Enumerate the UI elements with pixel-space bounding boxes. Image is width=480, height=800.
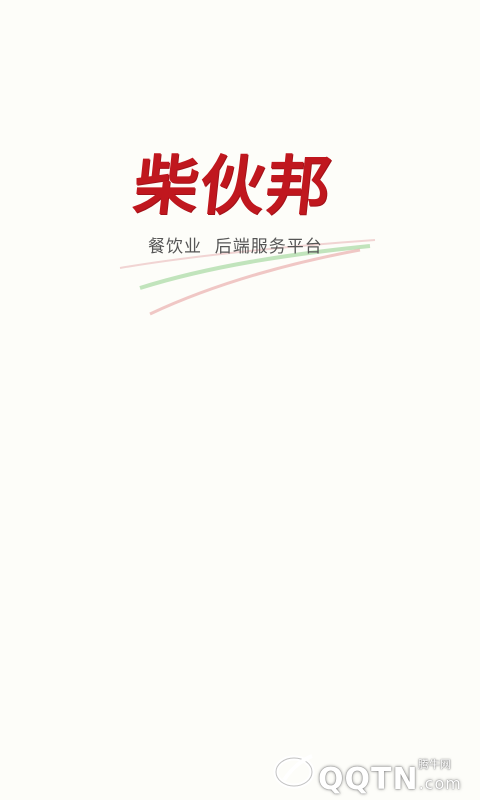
brand-tagline: 餐饮业 后端服务平台 — [148, 237, 323, 257]
watermark-logo-main: QQTN — [318, 762, 419, 797]
splash-screen: 柴伙邦 餐饮业 后端服务平台 QQTN.com 腾牛网 — [0, 0, 480, 800]
watermark-logo-suffix: .com — [418, 774, 462, 793]
brand-logo: 柴伙邦 — [130, 150, 336, 224]
watermark-site-name: 腾牛网 — [418, 758, 451, 771]
qqtn-logo-icon — [273, 754, 315, 789]
